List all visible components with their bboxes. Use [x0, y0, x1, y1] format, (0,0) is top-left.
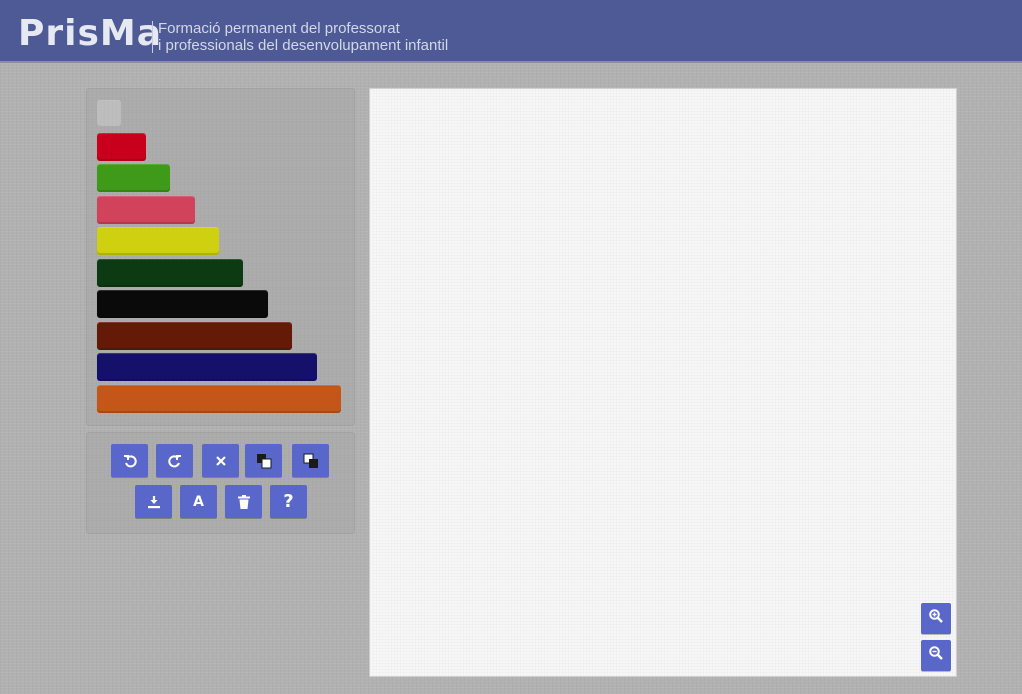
rod-2[interactable]	[97, 133, 146, 161]
rod-3[interactable]	[97, 164, 170, 192]
rod-4[interactable]	[97, 196, 195, 224]
help-icon: ?	[283, 490, 294, 512]
rod-10[interactable]	[97, 385, 341, 413]
zoom-out-icon	[929, 646, 943, 665]
undo-button[interactable]	[111, 444, 148, 477]
delete-button[interactable]	[202, 444, 239, 477]
rod-palette	[86, 88, 355, 426]
tagline-line-2: i professionals del desenvolupament infa…	[158, 37, 449, 54]
toolbar: A ?	[86, 432, 355, 534]
redo-button[interactable]	[156, 444, 193, 477]
help-button[interactable]: ?	[270, 485, 307, 518]
zoom-out-button[interactable]	[921, 640, 951, 671]
text-icon: A	[193, 493, 204, 510]
download-icon	[147, 495, 161, 509]
bring-to-front-icon	[256, 453, 272, 469]
close-icon	[215, 455, 226, 466]
send-to-back-icon	[303, 453, 319, 469]
text-button[interactable]: A	[180, 485, 217, 518]
undo-icon	[123, 454, 137, 468]
rod-6[interactable]	[97, 259, 243, 287]
app-header: PrisMa Formació permanent del professora…	[0, 0, 1022, 63]
prisma-logo[interactable]: PrisMa	[18, 6, 161, 56]
rod-9[interactable]	[97, 353, 317, 381]
tagline-line-1: Formació permanent del professorat	[158, 20, 400, 37]
work-canvas[interactable]	[369, 88, 957, 677]
download-button[interactable]	[135, 485, 172, 518]
header-divider	[152, 21, 153, 53]
rod-8[interactable]	[97, 322, 292, 350]
zoom-in-button[interactable]	[921, 603, 951, 634]
redo-icon	[167, 454, 182, 468]
rod-7[interactable]	[97, 290, 268, 318]
bring-front-button[interactable]	[245, 444, 282, 477]
zoom-in-icon	[929, 609, 943, 628]
rod-1[interactable]	[97, 100, 121, 128]
send-back-button[interactable]	[292, 444, 329, 477]
trash-icon	[237, 494, 250, 509]
rod-5[interactable]	[97, 227, 219, 255]
header-tagline: Formació permanent del professorat i pro…	[158, 20, 448, 54]
clear-button[interactable]	[225, 485, 262, 518]
logo-text: PrisMa	[18, 13, 163, 54]
